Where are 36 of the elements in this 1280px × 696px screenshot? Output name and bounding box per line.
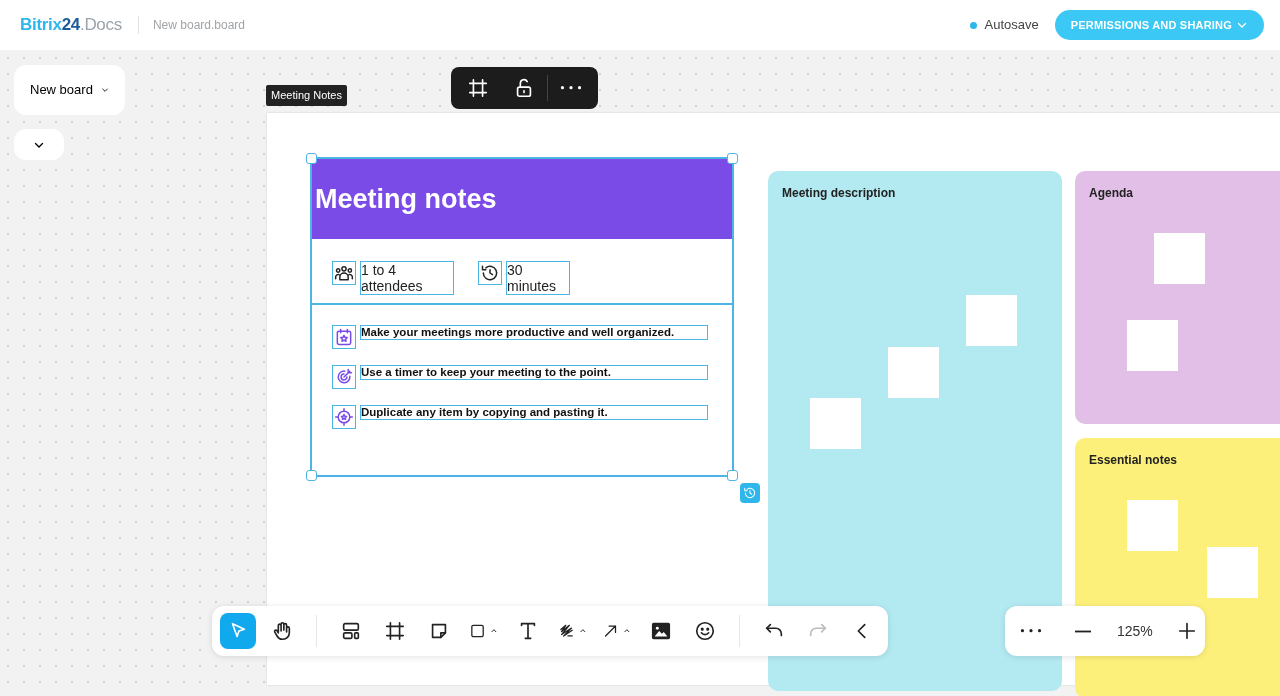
image-icon [650, 620, 673, 642]
hand-icon [271, 620, 293, 642]
resize-handle[interactable] [306, 153, 317, 164]
tip-text: Make your meetings more productive and well organized. [360, 325, 708, 340]
rotate-handle[interactable] [740, 483, 760, 503]
more-icon [560, 85, 582, 91]
sticky-note [1154, 233, 1205, 284]
frame-icon [383, 620, 406, 642]
sticky-note [1127, 500, 1178, 551]
tip-text: Use a timer to keep your meeting to the point. [360, 365, 708, 380]
frame-icon [467, 77, 489, 99]
minus-icon [1074, 629, 1092, 633]
app-logo: Bitrix24.Docs [20, 14, 122, 37]
sticky-note [1127, 320, 1178, 371]
zoom-level: 125% [1117, 621, 1153, 641]
frame-title: Essential notes [1089, 452, 1178, 469]
resize-handle[interactable] [727, 470, 738, 481]
autosave-label: Autosave [984, 16, 1039, 35]
more-icon [1020, 628, 1042, 634]
sticky-note [1207, 547, 1258, 598]
widget-title: Meeting notes [312, 159, 732, 239]
frame-title: Meeting description [782, 185, 896, 202]
file-name: New board.board [137, 16, 245, 34]
board-menu[interactable]: New board [14, 65, 125, 115]
sticky-note [966, 295, 1017, 346]
info-text: 30 minutes [506, 261, 570, 295]
smiley-icon [694, 620, 717, 642]
resize-handle[interactable] [306, 470, 317, 481]
info-text: 1 to 4 attendees [360, 261, 454, 295]
tip-text: Duplicate any item by copying and pasting it. [360, 405, 708, 420]
frame-title: Agenda [1089, 185, 1133, 202]
resize-handle[interactable] [727, 153, 738, 164]
sticky-note [810, 398, 861, 449]
sticky-note [888, 347, 939, 398]
object-label: Meeting Notes [266, 85, 347, 106]
rotate-icon [743, 486, 757, 500]
